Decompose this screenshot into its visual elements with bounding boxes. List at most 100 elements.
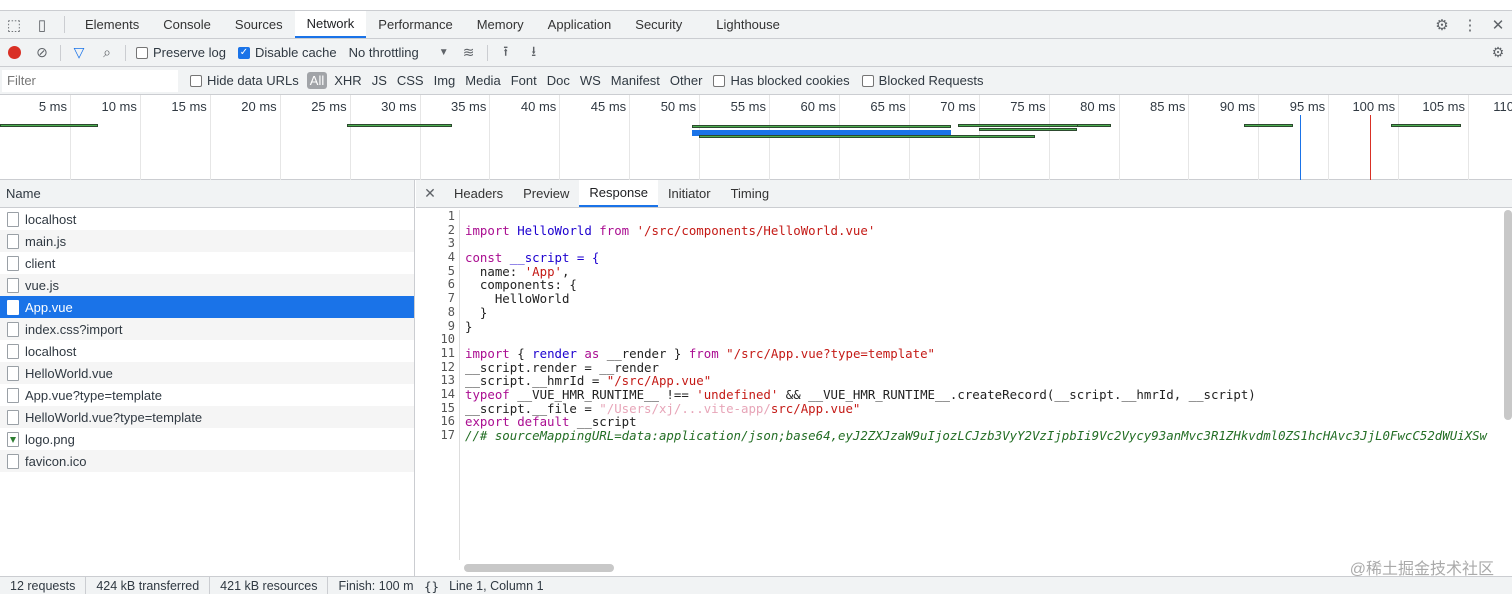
request-row[interactable]: client (0, 252, 414, 274)
line-number: 9 (447, 318, 455, 333)
blocked-requests-box[interactable] (861, 74, 874, 87)
request-row[interactable]: localhost (0, 208, 414, 230)
request-row[interactable]: index.css?import (0, 318, 414, 340)
tab-console[interactable]: Console (151, 11, 223, 38)
request-row[interactable]: logo.png (0, 428, 414, 450)
filter-type-doc[interactable]: Doc (544, 72, 573, 89)
timeline-gridline (1398, 95, 1400, 180)
name-column-header[interactable]: Name (0, 180, 414, 208)
hide-data-urls-box[interactable] (190, 74, 202, 87)
image-file-icon (7, 431, 19, 447)
close-detail-icon[interactable]: ✕ (416, 180, 444, 207)
request-detail-pane: ✕ Headers Preview Response Initiator Tim… (416, 180, 1512, 576)
more-options-icon[interactable]: ⋮ (1456, 11, 1484, 38)
record-button[interactable] (0, 39, 28, 67)
throttling-select[interactable]: No throttling ▼ (349, 45, 449, 60)
filter-icon: ▽ (73, 44, 85, 60)
filter-toggle-button[interactable]: ▽ (65, 39, 93, 67)
network-toolbar: ⊘ ▽ ⌕ Preserve log ✓ Disable cache No thr… (0, 39, 1512, 67)
device-toolbar-icon[interactable]: ▯ (28, 11, 56, 38)
request-name: HelloWorld.vue?type=template (25, 409, 203, 425)
filter-input[interactable] (2, 69, 178, 92)
filter-type-font[interactable]: Font (508, 72, 540, 89)
timeline-gridline (489, 95, 491, 180)
has-blocked-cookies-box[interactable] (713, 74, 726, 87)
tab-timing[interactable]: Timing (721, 180, 780, 207)
filter-type-all[interactable]: All (306, 72, 328, 89)
filter-type-media[interactable]: Media (462, 72, 503, 89)
horizontal-scrollbar[interactable] (464, 564, 614, 572)
waterfall-bar (692, 125, 951, 128)
code-line-16: export default __script (465, 415, 1502, 429)
tab-memory[interactable]: Memory (465, 11, 536, 38)
tab-security[interactable]: Security (623, 11, 694, 38)
tab-initiator[interactable]: Initiator (658, 180, 721, 207)
timeline-gridline (1258, 95, 1260, 180)
hide-data-urls-checkbox[interactable]: Hide data URLs (190, 73, 299, 88)
disable-cache-box[interactable]: ✓ (237, 46, 250, 59)
blocked-requests-checkbox[interactable]: Blocked Requests (861, 73, 983, 88)
filter-type-img[interactable]: Img (431, 72, 459, 89)
filter-type-other[interactable]: Other (667, 72, 706, 89)
request-row[interactable]: App.vue?type=template (0, 384, 414, 406)
request-row[interactable]: HelloWorld.vue?type=template (0, 406, 414, 428)
tab-elements[interactable]: Elements (73, 11, 151, 38)
filter-type-css[interactable]: CSS (394, 72, 427, 89)
request-row[interactable]: vue.js (0, 274, 414, 296)
throttling-value: No throttling (348, 45, 419, 60)
tab-response[interactable]: Response (579, 180, 658, 207)
timeline-gridline (559, 95, 561, 180)
network-settings-button[interactable]: ⚙ (1484, 39, 1512, 67)
request-name: index.css?import (25, 321, 123, 337)
tab-sources[interactable]: Sources (223, 11, 295, 38)
tab-headers[interactable]: Headers (444, 180, 513, 207)
clear-button[interactable]: ⊘ (28, 39, 56, 67)
network-overview[interactable]: 5 ms 10 ms 15 ms 20 ms 25 ms 30 ms 35 ms 40 ms 4… (0, 95, 1512, 180)
request-row[interactable]: favicon.ico (0, 450, 414, 472)
export-har-button[interactable]: ⭳ (520, 39, 548, 67)
tab-performance[interactable]: Performance (366, 11, 464, 38)
code-token: '/src/components/HelloWorld.vue' (629, 222, 876, 238)
import-har-button[interactable]: ⭱ (492, 39, 520, 67)
waterfall-bar (978, 128, 1077, 131)
preserve-log-box[interactable] (136, 46, 148, 59)
tab-preview[interactable]: Preview (513, 180, 579, 207)
filter-type-ws[interactable]: WS (577, 72, 604, 89)
timeline-gridline (1328, 95, 1330, 180)
tab-network[interactable]: Network (294, 11, 367, 38)
line-number: 16 (440, 414, 455, 429)
timeline-gridline (70, 95, 71, 180)
has-blocked-cookies-checkbox[interactable]: Has blocked cookies (713, 73, 850, 88)
search-button[interactable]: ⌕ (93, 39, 121, 67)
request-row[interactable]: localhost (0, 340, 414, 362)
request-row[interactable]: HelloWorld.vue (0, 362, 414, 384)
waterfall-bar (699, 135, 1035, 138)
request-name: localhost (25, 343, 77, 359)
code-line-11: import { render as __render } from "/src… (465, 347, 1502, 361)
close-devtools-icon[interactable]: ✕ (1484, 11, 1512, 38)
timeline-gridline (629, 95, 631, 180)
filter-type-xhr[interactable]: XHR (331, 72, 364, 89)
gear-icon[interactable]: ⚙ (1428, 11, 1456, 38)
request-row[interactable]: main.js (0, 230, 414, 252)
request-name: vue.js (25, 277, 59, 293)
timeline-tick-label: 75 ms (1010, 99, 1046, 114)
toolbar-separator (125, 44, 126, 61)
filter-type-js[interactable]: JS (369, 72, 390, 89)
disable-cache-checkbox[interactable]: ✓ Disable cache (237, 45, 337, 60)
request-name: logo.png (25, 431, 75, 447)
vertical-scrollbar[interactable] (1504, 210, 1512, 420)
pretty-print-icon[interactable]: {} (424, 579, 439, 594)
preserve-log-checkbox[interactable]: Preserve log (136, 45, 226, 60)
timeline-gridline (1048, 95, 1050, 180)
inspect-element-icon[interactable]: ⬚ (0, 11, 28, 38)
filter-type-manifest[interactable]: Manifest (608, 72, 663, 89)
timeline-tick-label: 20 ms (241, 99, 277, 114)
code-token: as (584, 345, 600, 361)
request-row[interactable]: App.vue (0, 296, 414, 318)
network-conditions-button[interactable]: ≋ (455, 39, 483, 67)
tab-application[interactable]: Application (536, 11, 624, 38)
response-code-view[interactable]: 1 2 3 4 5 6 7 8 9 10 11 12 13 14 15 16 17 import HelloWo… (416, 210, 1502, 560)
tab-lighthouse[interactable]: Lighthouse (704, 11, 792, 38)
